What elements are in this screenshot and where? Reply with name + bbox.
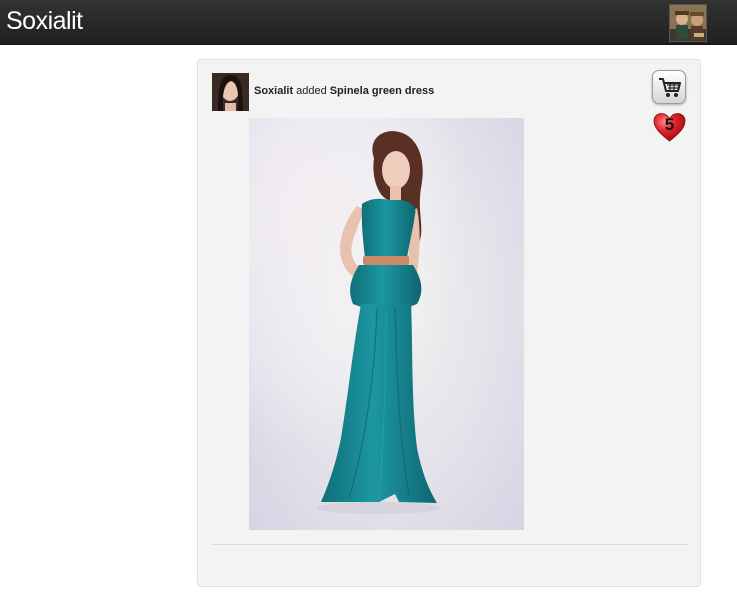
feed-card: Soxialit added Spinela green dress 5 — [197, 59, 701, 587]
product-link[interactable]: Spinela green dress — [330, 85, 435, 97]
current-user-avatar[interactable] — [669, 4, 707, 42]
post-user-link[interactable]: Soxialit — [254, 85, 293, 97]
poster-avatar[interactable] — [212, 73, 249, 111]
activity-text: Soxialit added Spinela green dress — [254, 85, 434, 97]
brand-logo[interactable]: Soxialit — [6, 7, 83, 36]
shopping-cart-icon — [659, 78, 681, 97]
add-to-cart-button[interactable] — [652, 70, 686, 104]
activity-verb: added — [296, 85, 327, 97]
like-count: 5 — [664, 115, 675, 134]
top-navbar: Soxialit — [0, 0, 737, 45]
product-photo[interactable] — [249, 118, 524, 530]
like-button[interactable]: 5 — [653, 112, 686, 143]
card-divider — [212, 544, 688, 545]
